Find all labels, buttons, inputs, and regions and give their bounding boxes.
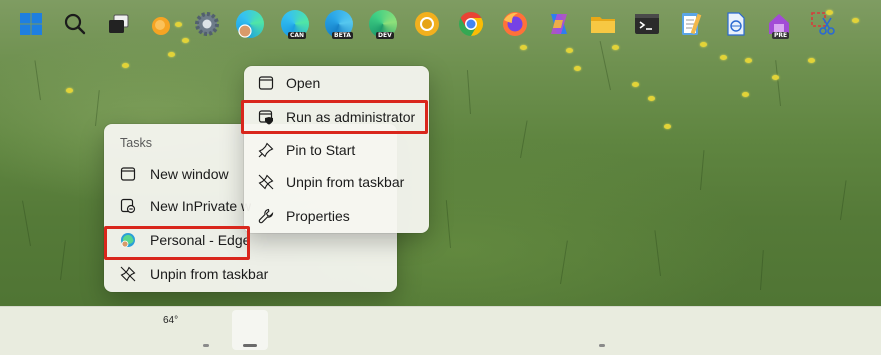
context-item-label: Run as administrator (286, 109, 416, 125)
edge-beta-icon[interactable]: BETA (325, 10, 353, 39)
shield-window-icon (258, 109, 274, 125)
unpin-icon (258, 174, 274, 190)
settings-running-indicator (203, 344, 209, 347)
context-item-pin-to-start[interactable]: Pin to Start (248, 135, 425, 165)
terminal-icon[interactable] (633, 10, 661, 38)
settings-icon[interactable] (193, 10, 221, 38)
dev-badge: DEV (376, 32, 394, 39)
context-item-open[interactable]: Open (248, 68, 425, 98)
window-icon (258, 75, 274, 91)
context-item-unpin-from-taskbar[interactable]: Unpin from taskbar (248, 167, 425, 197)
context-item-label: Properties (286, 208, 350, 224)
windows-start-icon[interactable] (17, 10, 45, 38)
unpin-icon (120, 266, 136, 282)
search-icon[interactable] (61, 10, 89, 38)
wrench-icon (258, 208, 274, 224)
firefox-icon[interactable] (501, 10, 529, 38)
snipping-tool-icon[interactable] (809, 10, 837, 38)
chrome-icon[interactable] (457, 10, 485, 38)
jumplist-item-label: Personal - Edge (150, 232, 251, 248)
context-item-label: Pin to Start (286, 142, 356, 158)
word-icon[interactable] (721, 10, 749, 38)
edge-canary-icon[interactable]: CAN (281, 10, 309, 39)
weather-temperature: 64° (163, 315, 179, 326)
file-explorer-icon[interactable] (589, 10, 617, 38)
edge-profile-icon (120, 232, 136, 248)
tasks-section-title: Tasks (120, 136, 152, 150)
jumplist-item-label: New window (150, 166, 229, 182)
jumplist-item-label: Unpin from taskbar (150, 266, 269, 282)
jumplist-item-unpin-from-taskbar[interactable]: Unpin from taskbar (108, 259, 393, 289)
context-item-label: Unpin from taskbar (286, 174, 405, 190)
edge-dev-icon[interactable]: DEV (369, 10, 397, 39)
copilot-icon[interactable] (545, 10, 573, 38)
preview-badge: PRE (772, 32, 790, 39)
pin-icon (258, 142, 274, 158)
jumplist-item-label: New InPrivate w (150, 198, 252, 214)
context-item-run-as-administrator[interactable]: Run as administrator (248, 102, 425, 132)
context-item-properties[interactable]: Properties (248, 201, 425, 231)
weather-icon[interactable] (148, 10, 176, 38)
beta-badge: BETA (332, 32, 353, 39)
chrome-canary-icon[interactable] (413, 10, 441, 38)
taskbar (0, 306, 881, 355)
inprivate-window-icon (120, 198, 136, 214)
task-view-icon[interactable] (105, 10, 133, 38)
notepad-icon[interactable] (677, 10, 705, 38)
file-explorer-running-indicator (599, 344, 605, 347)
powertoys-icon[interactable]: PRE (765, 10, 793, 39)
context-item-label: Open (286, 75, 321, 91)
edge-running-indicator (243, 344, 257, 347)
edge-icon[interactable] (236, 10, 264, 38)
canary-badge: CAN (288, 32, 307, 39)
taskbar-context-menu: Open Run as administrator Pin to Start U… (244, 66, 429, 233)
window-icon (120, 166, 136, 182)
